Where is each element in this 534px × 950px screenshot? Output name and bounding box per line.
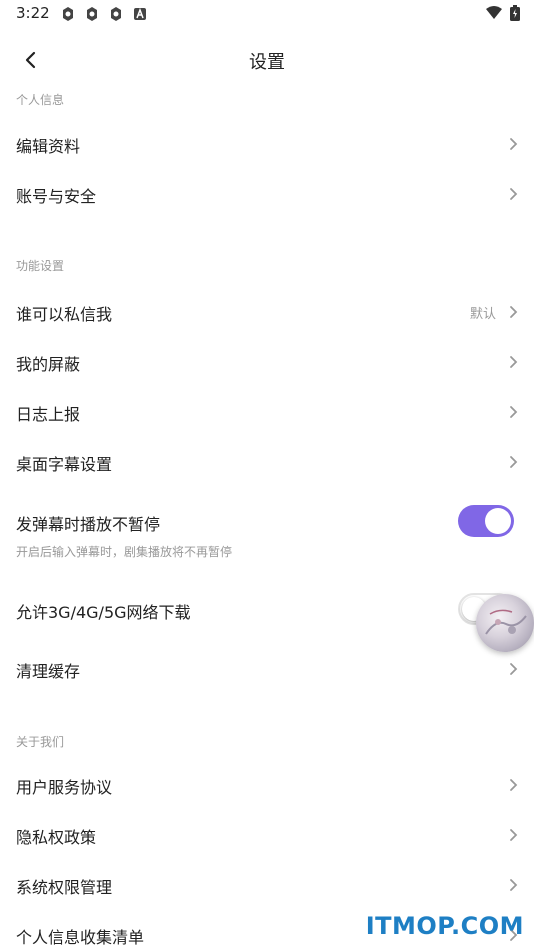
chevron-right-icon [510,663,518,675]
settings-item-label: 个人信息收集清单 [16,928,145,947]
settings-item-label: 隐私权政策 [16,828,97,847]
settings-item-mobile-download: 允许3G/4G/5G网络下载 [0,585,534,635]
settings-item-label: 用户服务协议 [16,778,113,797]
chevron-right-icon [510,406,518,418]
settings-item-label: 清理缓存 [16,662,81,681]
settings-item-blocked[interactable]: 我的屏蔽 [0,337,534,387]
settings-item-private-message[interactable]: 谁可以私信我 默认 [0,287,534,337]
settings-item-label: 桌面字幕设置 [16,455,113,474]
section-label-about: 关于我们 [16,735,65,749]
settings-item-label: 编辑资料 [16,137,81,156]
section-label-personal: 个人信息 [16,93,65,107]
settings-item-label: 账号与安全 [16,187,97,206]
app-notification-icon [63,7,73,21]
settings-item-clear-cache[interactable]: 清理缓存 [0,644,534,694]
settings-item-label: 允许3G/4G/5G网络下载 [16,603,191,622]
system-icons [486,5,520,21]
danmaku-no-pause-toggle[interactable] [458,505,514,537]
settings-item-edit-profile[interactable]: 编辑资料 [0,119,534,169]
chevron-right-icon [510,456,518,468]
settings-item-log-upload[interactable]: 日志上报 [0,387,534,437]
settings-item-label: 谁可以私信我 [16,305,113,324]
settings-item-label: 日志上报 [16,405,81,424]
settings-item-danmaku-no-pause: 发弹幕时播放不暂停 开启后输入弹幕时，剧集播放将不再暂停 [0,497,534,567]
chevron-right-icon [510,188,518,200]
status-time: 3:22 [16,4,50,22]
settings-item-label: 系统权限管理 [16,878,113,897]
settings-item-permissions[interactable]: 系统权限管理 [0,860,534,910]
chevron-right-icon [510,306,518,318]
chevron-right-icon [510,138,518,150]
battery-icon [510,5,520,21]
chevron-right-icon [510,779,518,791]
settings-item-description: 开启后输入弹幕时，剧集播放将不再暂停 [16,545,233,559]
watermark: ITMOP.COM [365,912,524,940]
app-notification-icon [111,7,121,21]
notification-icons [60,6,148,22]
page-title: 设置 [249,52,285,73]
settings-item-label: 发弹幕时播放不暂停 [16,515,161,534]
settings-item-user-agreement[interactable]: 用户服务协议 [0,760,534,810]
chevron-right-icon [510,829,518,841]
app-notification-icon [87,7,97,21]
wifi-icon [486,6,502,19]
settings-item-privacy-policy[interactable]: 隐私权政策 [0,810,534,860]
chevron-right-icon [510,879,518,891]
section-label-features: 功能设置 [16,259,65,273]
a-notification-icon [134,7,146,20]
status-bar: 3:22 [0,0,534,28]
settings-item-account-security[interactable]: 账号与安全 [0,169,534,219]
settings-item-value: 默认 [469,307,496,322]
settings-item-label: 我的屏蔽 [16,355,81,374]
header: 设置 [0,36,534,84]
chevron-right-icon [510,356,518,368]
settings-item-desktop-subtitle[interactable]: 桌面字幕设置 [0,437,534,487]
toggle-knob [485,508,511,534]
